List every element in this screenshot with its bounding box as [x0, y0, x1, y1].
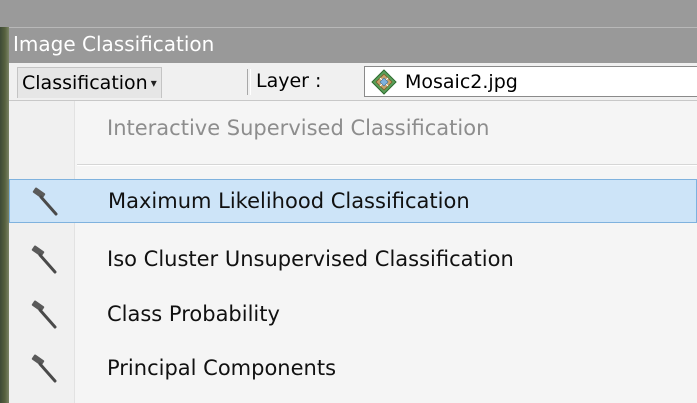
menu-item-iso-cluster-unsupervised-classification[interactable]: Iso Cluster Unsupervised Classification: [9, 238, 697, 282]
classification-menu-label: Classification: [22, 72, 148, 94]
menu-item-label: Iso Cluster Unsupervised Classification: [107, 247, 514, 271]
menu-item-class-probability[interactable]: Class Probability: [9, 293, 697, 337]
window-title: Image Classification: [13, 32, 215, 56]
toolbar-separator: [247, 69, 251, 95]
menu-item-interactive-supervised-classification[interactable]: Interactive Supervised Classification: [9, 107, 697, 151]
window-title-bar[interactable]: Image Classification: [9, 27, 697, 63]
menu-item-maximum-likelihood-classification[interactable]: Maximum Likelihood Classification: [9, 179, 697, 223]
raster-layer-icon: [371, 68, 397, 95]
hammer-icon: [32, 187, 58, 216]
menu-item-label: Maximum Likelihood Classification: [108, 189, 470, 213]
menu-item-label: Class Probability: [107, 302, 280, 326]
chevron-down-icon: ▾: [150, 76, 157, 90]
window-top-edge: [0, 0, 697, 27]
layer-label: Layer :: [256, 70, 322, 92]
menu-separator: [77, 164, 697, 166]
classification-dropdown-menu: Interactive Supervised Classification Ma…: [9, 101, 697, 403]
hammer-icon: [31, 354, 57, 383]
menu-item-principal-components[interactable]: Principal Components: [9, 347, 697, 391]
layer-dropdown[interactable]: Mosaic2.jpg: [364, 66, 697, 97]
menu-item-label: Principal Components: [107, 356, 337, 380]
background-map-edge: [0, 0, 9, 403]
toolbar: Classification ▾ Layer : Mosaic2.jpg: [9, 63, 697, 101]
hammer-icon: [31, 300, 57, 329]
menu-item-label: Interactive Supervised Classification: [107, 116, 490, 140]
hammer-icon: [31, 245, 57, 274]
classification-menu-button[interactable]: Classification ▾: [17, 67, 162, 98]
layer-value: Mosaic2.jpg: [405, 70, 518, 93]
